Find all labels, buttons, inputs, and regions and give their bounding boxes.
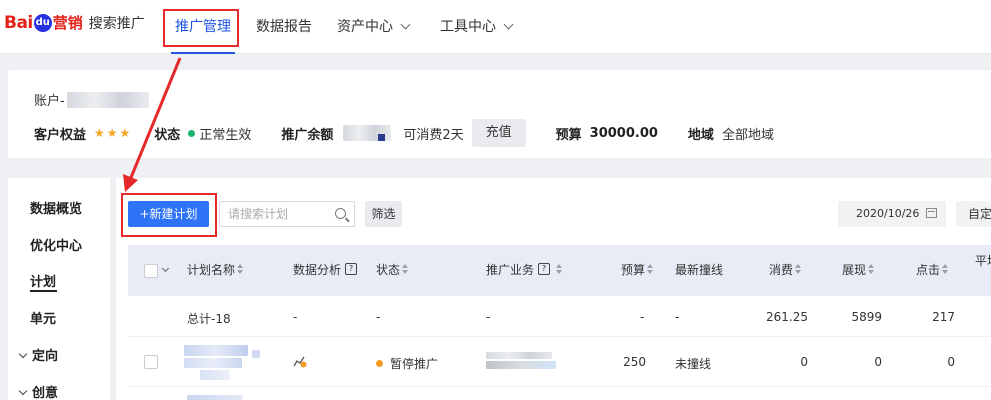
- rights-label: 客户权益: [34, 127, 87, 143]
- balance-label: 推广余额: [281, 127, 334, 143]
- column-header-business[interactable]: 推广业务?: [486, 245, 563, 296]
- column-header-label: 计划名称: [187, 263, 236, 277]
- logo-ying: 营销: [52, 14, 83, 32]
- region-value: 全部地域: [721, 127, 774, 143]
- chevron-down-icon: [18, 349, 28, 359]
- total-budget: -: [640, 310, 645, 324]
- annotation-box-nav: [163, 9, 239, 47]
- logo-paw-icon: du: [33, 13, 52, 32]
- plan-search-input[interactable]: [228, 202, 328, 226]
- help-icon[interactable]: ?: [538, 262, 551, 275]
- table-row: [128, 388, 991, 400]
- column-header-plan-name[interactable]: 计划名称: [187, 245, 244, 296]
- column-header-label: 消费: [769, 263, 794, 277]
- nav-tab-asset-center[interactable]: 资产中心: [337, 0, 411, 54]
- status-label: 状态: [154, 127, 181, 143]
- row-status: 暂停推广: [376, 355, 438, 372]
- row-latest: 未撞线: [675, 357, 712, 371]
- column-header-cost[interactable]: 消费: [769, 245, 802, 296]
- total-name: 总计-18: [187, 312, 231, 326]
- sidebar-item-creative[interactable]: 创意: [18, 382, 59, 400]
- total-latest: -: [675, 310, 680, 324]
- balance-days: 可消费2天: [403, 127, 464, 143]
- date-picker[interactable]: 2020/10/26: [838, 201, 946, 227]
- nav-tab-label: 数据报告: [256, 19, 312, 35]
- plan-search-box: [219, 201, 355, 227]
- account-info-row: 客户权益 ★★★ 状态 正常生效 推广余额 可消费2天 充值 预算 30000.…: [34, 119, 774, 147]
- sidebar-item-targeting[interactable]: 定向: [18, 345, 59, 364]
- sidebar-item-data-overview[interactable]: 数据概览: [30, 198, 82, 217]
- sidebar-active-indicator: [30, 290, 57, 292]
- nav-tab-label: 资产中心: [337, 19, 393, 35]
- column-header-label: 平均: [975, 254, 991, 268]
- logo-bai: Bai: [4, 12, 33, 33]
- business-redacted: [486, 352, 556, 370]
- row-status-label: 暂停推广: [390, 357, 439, 371]
- column-header-label: 推广业务: [486, 263, 535, 277]
- plan-name-redacted: [187, 395, 243, 400]
- total-impressions: 5899: [851, 310, 882, 324]
- sidebar-item-label: 定向: [32, 349, 59, 364]
- total-cost: 261.25: [766, 310, 808, 324]
- total-clicks: 217: [932, 310, 955, 324]
- data-analysis-chart-icon[interactable]: [293, 354, 307, 368]
- chevron-down-icon: [503, 19, 514, 30]
- row-clicks: 0: [947, 355, 955, 369]
- budget-value: 30000.00: [589, 125, 658, 141]
- date-value: 2020/10/26: [856, 207, 920, 220]
- account-label: 账户-: [34, 94, 65, 109]
- plan-name-redacted[interactable]: [184, 345, 260, 381]
- column-header-label: 最新撞线: [675, 263, 724, 277]
- account-name-redacted: [66, 91, 149, 108]
- product-name: 搜索推广: [88, 15, 145, 32]
- column-header-label: 预算: [621, 263, 646, 277]
- status-dot-icon: [188, 129, 196, 137]
- row-cost: 0: [800, 355, 808, 369]
- annotation-box-new-plan: [121, 193, 217, 237]
- top-nav: Bai du 营销 搜索推广 推广管理 数据报告 资产中心 工具中心: [0, 0, 991, 54]
- column-header-label: 数据分析: [293, 263, 342, 277]
- column-header-clicks[interactable]: 点击: [916, 245, 949, 296]
- search-icon[interactable]: [335, 208, 346, 219]
- select-all-checkbox[interactable]: [144, 264, 158, 278]
- help-icon[interactable]: ?: [345, 262, 358, 275]
- account-card: 账户- 客户权益 ★★★ 状态 正常生效 推广余额 可消费2天 充值 预算 30…: [8, 70, 991, 158]
- sidebar-item-optimization-center[interactable]: 优化中心: [30, 235, 82, 254]
- calendar-icon: [926, 208, 937, 218]
- sidebar-item-unit[interactable]: 单元: [30, 308, 56, 327]
- nav-tab-label: 工具中心: [440, 19, 496, 35]
- column-header-label: 展现: [842, 263, 867, 277]
- status-value: 正常生效: [199, 127, 252, 143]
- column-header-data-analysis: 数据分析?: [293, 245, 358, 296]
- recharge-button[interactable]: 充值: [471, 119, 526, 147]
- total-analysis: -: [293, 310, 298, 324]
- chevron-down-icon: [18, 386, 28, 396]
- row-checkbox[interactable]: [144, 355, 158, 369]
- column-header-budget[interactable]: 预算: [621, 245, 654, 296]
- row-budget[interactable]: 250: [610, 355, 646, 369]
- total-status: -: [376, 310, 381, 324]
- column-header-label: 点击: [916, 263, 941, 277]
- baidu-logo[interactable]: Bai du 营销 搜索推广: [4, 12, 145, 33]
- filter-button[interactable]: 筛选: [365, 201, 402, 227]
- budget-label: 预算: [555, 127, 582, 143]
- sidebar-item-label: 创意: [32, 386, 59, 400]
- column-header-average[interactable]: 平均: [975, 238, 991, 289]
- row-impressions: 0: [874, 355, 882, 369]
- nav-tab-tool-center[interactable]: 工具中心: [440, 0, 514, 54]
- column-header-label: 状态: [376, 263, 401, 277]
- account-name-row: 账户-: [34, 90, 149, 109]
- nav-tab-data-report[interactable]: 数据报告: [256, 0, 312, 54]
- column-header-status[interactable]: 状态: [376, 245, 409, 296]
- sidebar-item-plan[interactable]: 计划: [30, 271, 56, 290]
- column-header-impressions[interactable]: 展现: [842, 245, 875, 296]
- star-rating-icon: ★★★: [94, 126, 133, 140]
- balance-value-redacted: [343, 125, 392, 141]
- total-business: -: [486, 310, 491, 324]
- status-dot-icon: [376, 360, 383, 367]
- chevron-down-icon: [400, 19, 411, 30]
- column-header-latest-limit: 最新撞线: [675, 245, 723, 296]
- region-label: 地域: [687, 127, 714, 143]
- custom-range-button[interactable]: 自定义: [956, 201, 991, 227]
